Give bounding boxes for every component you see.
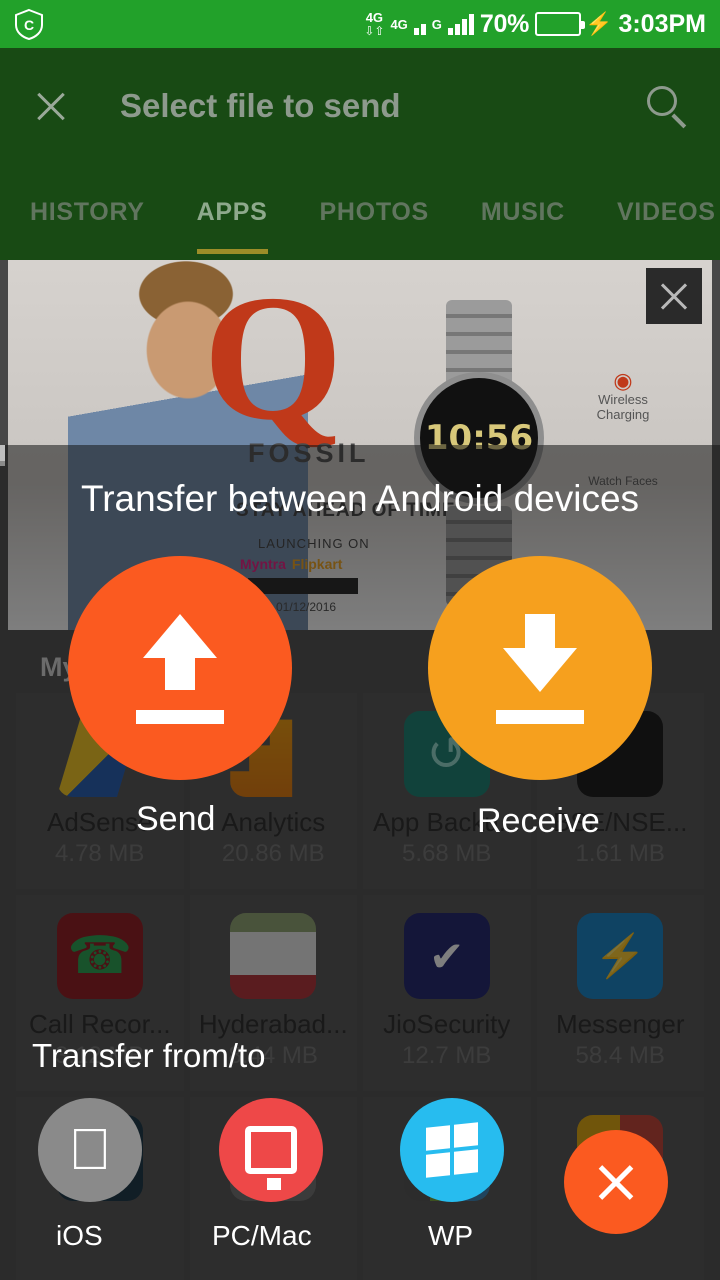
- tab-history[interactable]: HISTORY: [30, 164, 145, 260]
- monitor-icon: [245, 1126, 297, 1190]
- transfer-wp-label: WP: [428, 1220, 474, 1251]
- close-icon[interactable]: [30, 85, 72, 127]
- transfer-ios-button[interactable]: : [38, 1098, 142, 1202]
- status-bar-right: 4G ⇩⇧ 4G G 70% ⚡ 3:03PM: [0, 9, 706, 466]
- close-icon: [594, 1160, 638, 1204]
- sim2-signal-icon: [447, 13, 474, 35]
- receive-button[interactable]: [428, 556, 652, 780]
- status-bar-left: C: [14, 8, 44, 41]
- data-transfer-icon: 4G ⇩⇧: [364, 10, 385, 38]
- tab-photos[interactable]: PHOTOS: [320, 164, 429, 260]
- battery-icon: [535, 12, 586, 36]
- modal-title: Transfer between Android devices: [80, 478, 640, 519]
- wifi-icon: ◉: [613, 368, 633, 393]
- sim1-network-label: 4G: [390, 16, 408, 32]
- app-bar-top: Select file to send: [0, 48, 720, 164]
- transfer-from-to-title: Transfer from/to: [32, 1037, 266, 1074]
- apple-icon: : [68, 1121, 112, 1179]
- tab-music[interactable]: MUSIC: [481, 164, 565, 260]
- battery-percent-label: 70%: [479, 9, 530, 38]
- transfer-pcmac-button[interactable]: [219, 1098, 323, 1202]
- search-icon[interactable]: [644, 83, 690, 129]
- tab-bar: HISTORY APPS PHOTOS MUSIC VIDEOS: [0, 164, 720, 260]
- ad-feature-1-label: Wireless Charging: [596, 392, 650, 423]
- close-ad-icon[interactable]: [646, 268, 702, 324]
- network-type-label: 4G: [365, 10, 384, 25]
- download-arrow-icon: [485, 612, 595, 724]
- send-button[interactable]: [68, 556, 292, 780]
- shield-c-icon: C: [14, 8, 44, 41]
- receive-button-label: Receive: [477, 802, 600, 840]
- transfer-pcmac-label: PC/Mac: [212, 1220, 312, 1251]
- transfer-wp-button[interactable]: [400, 1098, 504, 1202]
- clock-label: 3:03PM: [618, 9, 706, 38]
- ad-brand-mark: Q: [203, 260, 344, 457]
- status-bar: C 4G ⇩⇧ 4G G 70% ⚡ 3:03PM: [0, 0, 720, 466]
- sim1-signal-icon: [0, 13, 426, 466]
- windows-icon: [426, 1122, 478, 1178]
- transfer-ios-label: iOS: [56, 1220, 103, 1251]
- send-button-label: Send: [136, 800, 216, 838]
- tab-apps[interactable]: APPS: [196, 164, 268, 260]
- ad-feature-1: ◉ Wireless Charging: [578, 368, 668, 423]
- tab-videos[interactable]: VIDEOS: [617, 164, 716, 260]
- screen: C 4G ⇩⇧ 4G G 70% ⚡ 3:03PM Select file to…: [0, 0, 720, 1280]
- svg-text:C: C: [24, 17, 34, 33]
- close-modal-button[interactable]: [564, 1130, 668, 1234]
- app-bar: Select file to send HISTORY APPS PHOTOS …: [0, 48, 720, 260]
- sim2-network-label: G: [431, 16, 442, 32]
- charging-bolt-icon: ⚡: [585, 11, 613, 36]
- page-title: Select file to send: [120, 87, 401, 124]
- upload-arrow-icon: [125, 612, 235, 724]
